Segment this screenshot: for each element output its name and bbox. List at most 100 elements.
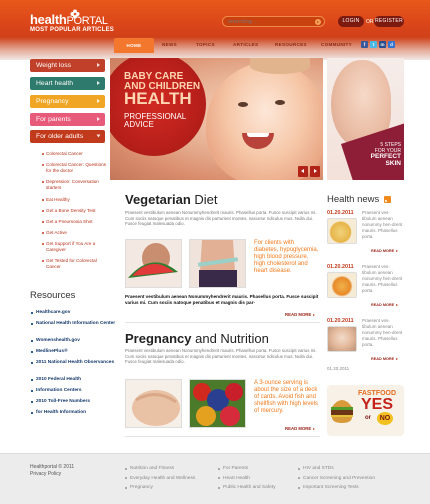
hero-pager	[298, 166, 320, 177]
sidebar-sub-item[interactable]: Get Support if You Are a Caregiver	[42, 241, 108, 252]
article-intro: Praesent vestibulum aenean Nonummyhendre…	[125, 348, 317, 365]
news-thumbnail[interactable]	[327, 272, 357, 298]
footer-link[interactable]: Pregnancy	[125, 483, 195, 493]
sidebar-for-parents-label: For parents	[36, 116, 71, 123]
article-title-bold: Pregnancy	[125, 331, 192, 346]
sidebar-weight-loss-label: Weight loss	[36, 62, 72, 69]
sidebar-sub-item[interactable]: Depression: Conversation starters	[42, 179, 108, 190]
footer-link[interactable]: HIV and STDs	[298, 464, 375, 474]
baby-hair	[250, 58, 310, 74]
footer-link[interactable]: Public Health and Safety	[218, 483, 276, 493]
twitter-icon[interactable]: t	[370, 41, 377, 48]
footer-link[interactable]: Cancer Screening and Prevention	[298, 474, 375, 484]
news-thumbnail[interactable]	[327, 218, 357, 244]
burger-icon	[331, 400, 353, 423]
footer-link[interactable]: Heart Health	[218, 474, 276, 484]
news-thumbnail[interactable]	[327, 326, 357, 352]
read-more-link[interactable]: READ MORE	[285, 312, 315, 317]
article-title-light: Diet	[194, 192, 218, 207]
sidebar-sub-item[interactable]: Eat Healthy	[42, 197, 108, 203]
article-bold-text: Praesent vestibulum aenean Nonummyhendre…	[125, 294, 319, 305]
rss-icon[interactable]	[384, 196, 391, 203]
sidebar-heart-health[interactable]: Heart health	[30, 77, 105, 90]
nav-resources[interactable]: RESOURCES	[275, 42, 307, 47]
privacy-policy-link[interactable]: Privacy Policy	[30, 471, 74, 478]
logo-name-bold: health	[30, 12, 67, 27]
read-more-link[interactable]: READ MORE	[285, 426, 315, 431]
news-text: Praesent ves-tibulum aenean nonummy hen-…	[362, 264, 403, 293]
sidebar-sub-item[interactable]: Get Active	[42, 230, 108, 236]
footer-link[interactable]: For Parents	[218, 464, 276, 474]
hero-banner[interactable]: BABY CARE AND CHILDREN HEALTH PROFESSION…	[110, 58, 323, 180]
resource-link[interactable]: Healthcare.gov	[30, 310, 70, 315]
myspace-icon[interactable]: m	[379, 41, 386, 48]
news-read-more[interactable]: READ MORE	[371, 357, 398, 361]
hero-title: BABY CARE AND CHILDREN HEALTH	[124, 72, 200, 107]
delicious-icon[interactable]: d	[388, 41, 395, 48]
resource-link[interactable]: Womenshealth.gov	[31, 338, 80, 343]
nav-community[interactable]: COMMUNITY	[321, 42, 352, 47]
resource-link[interactable]: for Health Information	[30, 410, 86, 415]
search-go-icon[interactable]	[315, 19, 321, 25]
sidebar-sub-item[interactable]: Colorectal Cancer: Questions for the doc…	[42, 162, 108, 173]
logo[interactable]: healthPORTAL	[30, 13, 108, 28]
facebook-icon[interactable]: f	[361, 41, 368, 48]
article-title[interactable]: Vegetarian Diet	[125, 192, 218, 207]
fastfood-promo[interactable]: FASTFOOD YES or NO	[327, 385, 404, 436]
article-images	[125, 379, 250, 428]
nav-topics[interactable]: TOPICS	[196, 42, 215, 47]
footer-link[interactable]: Everyday Health and Wellness	[125, 474, 195, 484]
article-title-bold: Vegetarian	[125, 192, 191, 207]
login-button[interactable]: LOGIN	[338, 16, 364, 27]
news-text: Praesent ves-tibulum aenean nonummy hen-…	[362, 210, 403, 239]
article-highlight: For clients with diabetes, hypoglycemia,…	[254, 240, 319, 274]
social-links: f t m d	[361, 41, 395, 49]
sidebar-sub-item[interactable]: Get a Bone Density Test	[42, 208, 108, 214]
article-title[interactable]: Pregnancy and Nutrition	[125, 331, 269, 346]
footer-link[interactable]: Important Screening Tests	[298, 483, 375, 493]
news-read-more[interactable]: READ MORE	[371, 303, 398, 307]
pregnancy-photo	[125, 379, 182, 428]
sidebar-pregnancy-label: Pregnancy	[36, 98, 69, 105]
sidebar-for-parents[interactable]: For parents	[30, 113, 105, 126]
nav-home[interactable]: HOME	[114, 38, 154, 53]
resource-link[interactable]: 2010 Federal Health	[30, 377, 81, 382]
search-input[interactable]	[228, 18, 308, 26]
news-read-more[interactable]: READ MORE	[371, 249, 398, 253]
baby-eye	[238, 102, 248, 107]
news-text: 01.20.2011	[327, 366, 350, 371]
news-date: 01.20.2011	[327, 264, 354, 270]
resource-link[interactable]: National Health Information Center	[30, 321, 115, 326]
search-box	[222, 16, 325, 27]
resource-link[interactable]: 2010 Toll-Free Numbers	[30, 399, 90, 404]
nav-news[interactable]: NEWS	[162, 42, 177, 47]
article-intro: Praesent vestibulum aenean Nonummyhendre…	[125, 210, 317, 227]
article-divider	[125, 322, 320, 323]
footer-link[interactable]: Nutrition and Fitness	[125, 464, 195, 474]
fastfood-yes: YES	[360, 396, 393, 413]
sidebar-sub-item[interactable]: Get a Pneumonia Shot	[42, 219, 108, 225]
auth-or-text: OR	[366, 19, 374, 25]
copyright-text: Healthportal © 2011	[30, 464, 75, 470]
nav-articles[interactable]: ARTICLES	[233, 42, 258, 47]
register-button[interactable]: REGISTER	[374, 16, 404, 27]
prev-arrow-icon[interactable]	[298, 166, 308, 177]
sidebar-pregnancy[interactable]: Pregnancy	[30, 95, 105, 108]
next-arrow-icon[interactable]	[310, 166, 320, 177]
resource-link[interactable]: MedlinePlus®	[31, 349, 68, 354]
footer-column: HIV and STDs Cancer Screening and Preven…	[298, 464, 375, 493]
news-date: 01.20.2011	[327, 210, 354, 216]
fruit-photo	[189, 379, 246, 428]
resources-title: Resources	[30, 290, 76, 301]
sidebar-sub-item[interactable]: Get Tested for Colorectal Cancer	[42, 258, 108, 269]
baby-photo	[206, 62, 323, 180]
fastfood-or: or	[365, 415, 371, 421]
resource-link[interactable]: 2011 National Health Observances	[30, 360, 114, 365]
fastfood-no: NO	[377, 412, 393, 425]
sidebar-older-adults[interactable]: For older adults	[30, 130, 105, 143]
site-footer: Healthportal © 2011 Privacy Policy Nutri…	[0, 453, 430, 504]
resource-link[interactable]: Information Centers	[31, 388, 82, 393]
news-text: Praesent ves-tibulum aenean nonummy hen-…	[362, 318, 403, 347]
sidebar-sub-item[interactable]: Colorectal Cancer	[42, 151, 108, 157]
sidebar-weight-loss[interactable]: Weight loss	[30, 59, 105, 72]
